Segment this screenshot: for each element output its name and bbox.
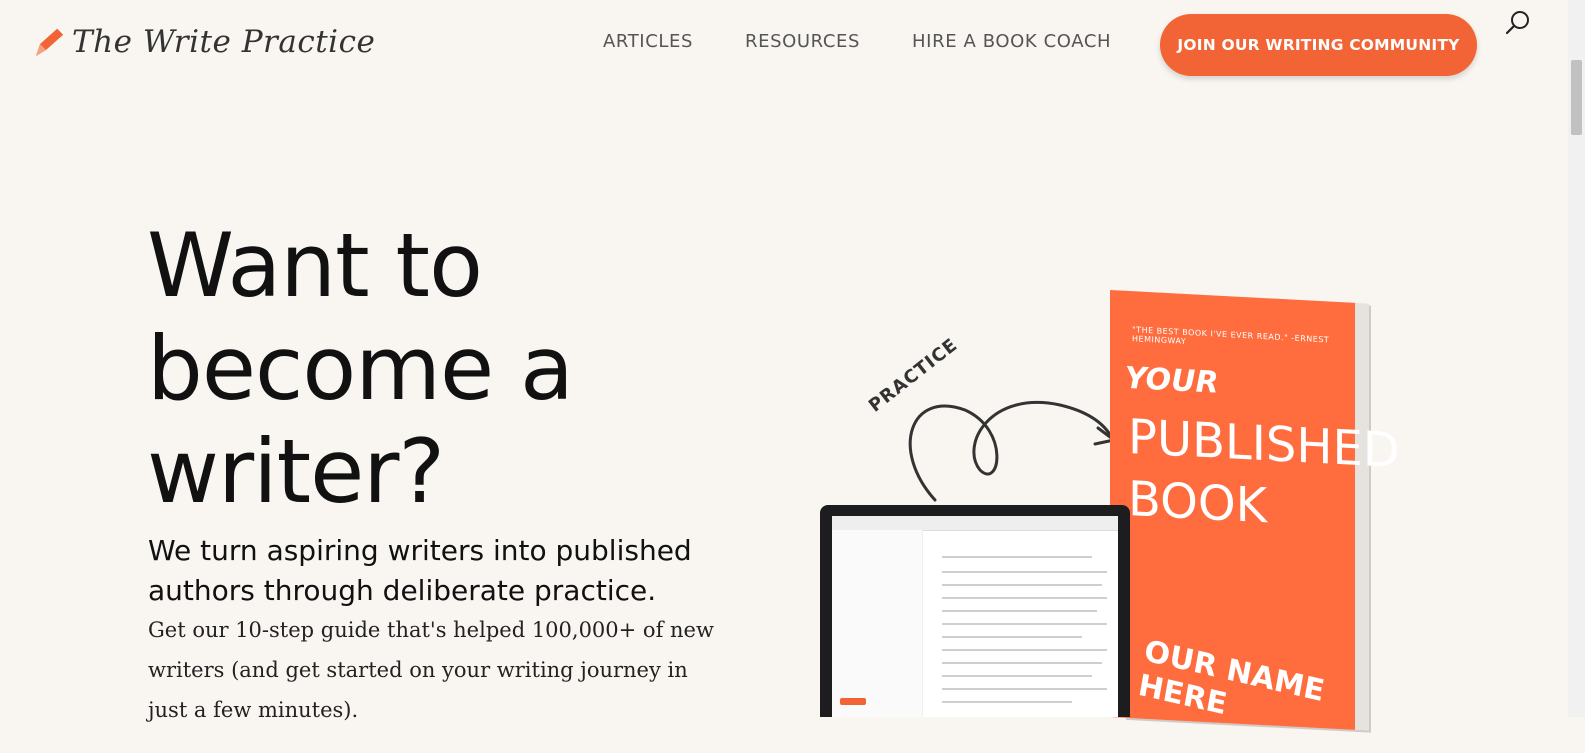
book-author-placeholder: OUR NAME HERE [1135,633,1328,723]
nav-hire-book-coach[interactable]: HIRE A BOOK COACH [912,31,1111,52]
search-icon[interactable] [1505,9,1531,35]
hero-illustration: PRACTICE "THE BEST BOOK I'VE EVER READ."… [820,290,1400,730]
book-your: YOUR [1125,360,1219,401]
hero-title: Want to become a writer? [147,214,574,523]
practice-arrow [908,401,1116,502]
doc-line [942,610,1097,612]
pencil-icon [36,27,65,56]
book-quote: "THE BEST BOOK I'VE EVER READ." -ERNEST … [1132,325,1330,346]
doc-line [942,701,1072,703]
book-cover: "THE BEST BOOK I'VE EVER READ." -ERNEST … [1110,290,1400,730]
hero-subtitle: We turn aspiring writers into published … [148,534,692,607]
doc-line [942,597,1107,599]
doc-line [942,571,1107,573]
doc-line [942,662,1102,664]
app-sidebar [832,530,923,717]
laptop-mockup [820,505,1130,717]
doc-line [942,556,1092,558]
app-sidebar-button [840,698,866,705]
hero-description: Get our 10-step guide that's helped 100,… [148,618,714,722]
page-scrollbar[interactable] [1568,0,1585,717]
doc-line [942,649,1107,651]
nav-resources[interactable]: RESOURCES [745,31,860,52]
browser-bar [832,516,1118,531]
doc-line [942,675,1092,677]
site-logo[interactable]: The Write Practice [30,22,375,62]
nav-articles[interactable]: ARTICLES [603,31,693,52]
doc-line [942,623,1107,625]
join-community-button[interactable]: JOIN OUR WRITING COMMUNITY [1160,14,1477,76]
logo-text: The Write Practice [72,24,376,60]
doc-line [942,636,1082,638]
doc-line [942,584,1102,586]
main-nav: ARTICLES RESOURCES HIRE A BOOK COACH [603,31,1111,52]
scrollbar-thumb[interactable] [1571,60,1582,135]
book-title: PUBLISHED BOOK [1128,408,1400,535]
doc-line [942,688,1107,690]
laptop-screen [832,516,1118,717]
